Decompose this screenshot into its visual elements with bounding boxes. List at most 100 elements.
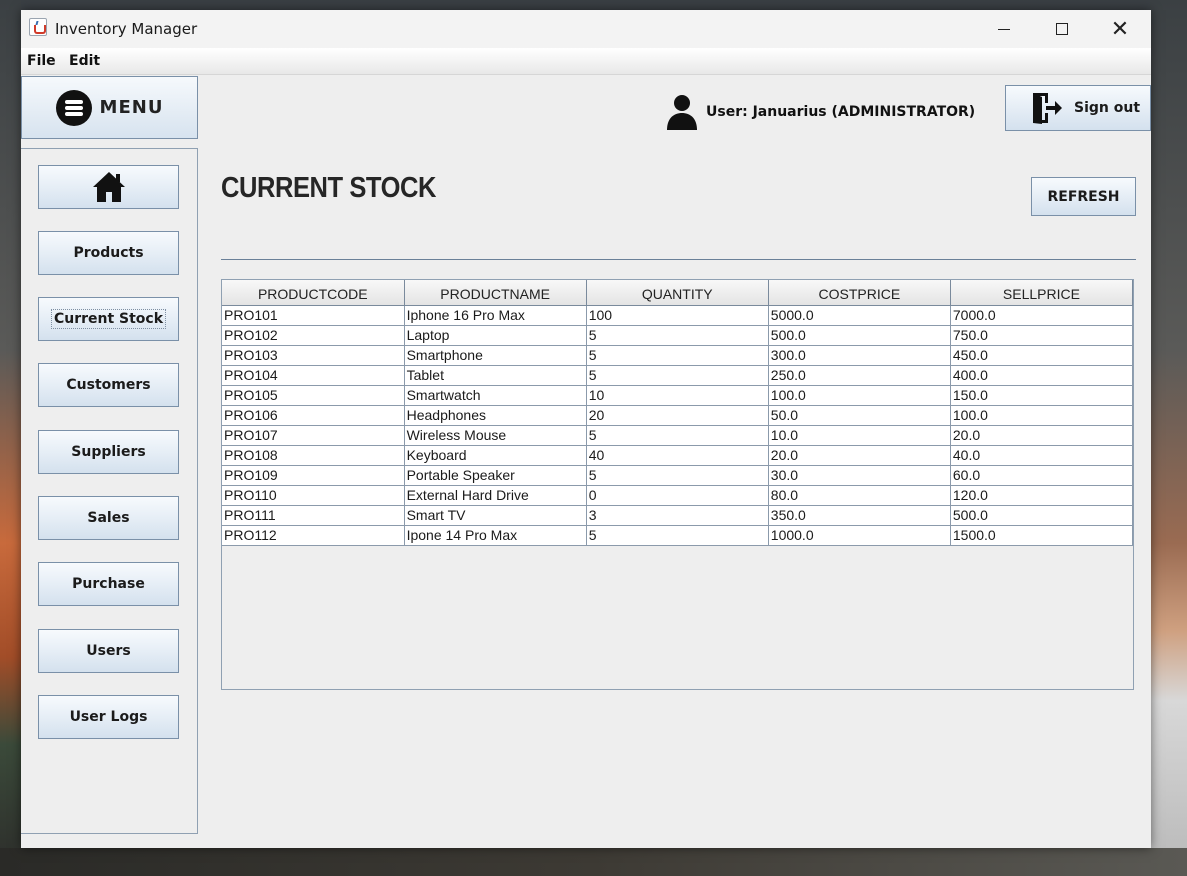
table-cell[interactable]: Smart TV xyxy=(403,504,587,526)
table-cell[interactable]: 500.0 xyxy=(949,504,1133,526)
table-cell[interactable]: Smartwatch xyxy=(403,384,587,406)
minimize-button[interactable] xyxy=(975,10,1033,48)
table-cell[interactable]: 5 xyxy=(585,364,769,386)
table-cell[interactable]: 350.0 xyxy=(767,504,951,526)
table-cell[interactable]: 20.0 xyxy=(949,424,1133,446)
sidebar-item-home[interactable] xyxy=(38,165,179,209)
table-cell[interactable]: 50.0 xyxy=(767,404,951,426)
table-cell[interactable]: 0 xyxy=(585,484,769,506)
sidebar-item-user-logs[interactable]: User Logs xyxy=(38,695,179,739)
table-cell[interactable]: 10 xyxy=(585,384,769,406)
table-row[interactable]: PRO105 Smartwatch 10 100.0 150.0 xyxy=(222,384,1133,406)
table-cell[interactable]: PRO112 xyxy=(222,524,405,546)
table-cell[interactable]: 150.0 xyxy=(949,384,1133,406)
table-cell[interactable]: PRO105 xyxy=(222,384,405,406)
title-bar[interactable]: Inventory Manager ✕ xyxy=(21,10,1151,48)
table-cell[interactable]: 250.0 xyxy=(767,364,951,386)
page-title: CURRENT STOCK xyxy=(221,172,436,204)
table-cell[interactable]: 5 xyxy=(585,524,769,546)
table-cell[interactable]: Keyboard xyxy=(403,444,587,466)
app-window: Inventory Manager ✕ File Edit MENU Produ… xyxy=(21,10,1151,848)
table-cell[interactable]: 40.0 xyxy=(949,444,1133,466)
table-cell[interactable]: 1000.0 xyxy=(767,524,951,546)
table-cell[interactable]: PRO107 xyxy=(222,424,405,446)
table-cell[interactable]: 300.0 xyxy=(767,344,951,366)
sidebar-item-products[interactable]: Products xyxy=(38,231,179,275)
sidebar-item-users[interactable]: Users xyxy=(38,629,179,673)
sign-out-button[interactable]: Sign out xyxy=(1005,85,1151,131)
maximize-button[interactable] xyxy=(1033,10,1091,48)
sidebar-item-customers[interactable]: Customers xyxy=(38,363,179,407)
table-cell[interactable]: PRO103 xyxy=(222,344,405,366)
table-row[interactable]: PRO107 Wireless Mouse 5 10.0 20.0 xyxy=(222,424,1133,446)
table-cell[interactable]: 5 xyxy=(585,324,769,346)
table-cell[interactable]: 20 xyxy=(585,404,769,426)
column-header[interactable]: SELLPRICE xyxy=(949,280,1133,306)
table-cell[interactable]: 750.0 xyxy=(949,324,1133,346)
table-cell[interactable]: PRO101 xyxy=(222,304,405,326)
table-cell[interactable]: 100.0 xyxy=(767,384,951,406)
column-header[interactable]: PRODUCTCODE xyxy=(222,280,405,306)
column-header[interactable]: PRODUCTNAME xyxy=(403,280,587,306)
table-cell[interactable]: 5 xyxy=(585,344,769,366)
table-cell[interactable]: PRO110 xyxy=(222,484,405,506)
table-cell[interactable]: 100.0 xyxy=(949,404,1133,426)
table-cell[interactable]: 120.0 xyxy=(949,484,1133,506)
refresh-button[interactable]: REFRESH xyxy=(1031,177,1136,216)
table-cell[interactable]: 5 xyxy=(585,464,769,486)
table-cell[interactable]: PRO108 xyxy=(222,444,405,466)
table-cell[interactable]: PRO111 xyxy=(222,504,405,526)
table-row[interactable]: PRO103 Smartphone 5 300.0 450.0 xyxy=(222,344,1133,366)
table-row[interactable]: PRO110 External Hard Drive 0 80.0 120.0 xyxy=(222,484,1133,506)
sidebar-item-label: User Logs xyxy=(69,709,148,725)
table-cell[interactable]: 20.0 xyxy=(767,444,951,466)
table-cell[interactable]: Portable Speaker xyxy=(403,464,587,486)
table-row[interactable]: PRO112 Ipone 14 Pro Max 5 1000.0 1500.0 xyxy=(222,524,1133,546)
table-row[interactable]: PRO109 Portable Speaker 5 30.0 60.0 xyxy=(222,464,1133,486)
table-cell[interactable]: 5000.0 xyxy=(767,304,951,326)
table-cell[interactable]: 450.0 xyxy=(949,344,1133,366)
close-button[interactable]: ✕ xyxy=(1091,10,1149,48)
table-cell[interactable]: Ipone 14 Pro Max xyxy=(403,524,587,546)
stock-table[interactable]: PRODUCTCODE PRODUCTNAME QUANTITY COSTPRI… xyxy=(222,280,1133,546)
sidebar-item-suppliers[interactable]: Suppliers xyxy=(38,430,179,474)
table-cell[interactable]: PRO109 xyxy=(222,464,405,486)
table-cell[interactable]: 10.0 xyxy=(767,424,951,446)
table-cell[interactable]: External Hard Drive xyxy=(403,484,587,506)
table-cell[interactable]: Headphones xyxy=(403,404,587,426)
table-cell[interactable]: 5 xyxy=(585,424,769,446)
table-cell[interactable]: PRO104 xyxy=(222,364,405,386)
table-cell[interactable]: PRO102 xyxy=(222,324,405,346)
sidebar-menu-toggle[interactable]: MENU xyxy=(21,76,198,139)
sidebar-item-sales[interactable]: Sales xyxy=(38,496,179,540)
menu-file[interactable]: File xyxy=(27,53,56,69)
table-cell[interactable]: 40 xyxy=(585,444,769,466)
column-header[interactable]: COSTPRICE xyxy=(767,280,951,306)
sidebar-item-purchase[interactable]: Purchase xyxy=(38,562,179,606)
table-cell[interactable]: 3 xyxy=(585,504,769,526)
table-cell[interactable]: 30.0 xyxy=(767,464,951,486)
table-cell[interactable]: PRO106 xyxy=(222,404,405,426)
table-cell[interactable]: Laptop xyxy=(403,324,587,346)
table-cell[interactable]: 80.0 xyxy=(767,484,951,506)
stock-table-scrollpane[interactable]: PRODUCTCODE PRODUCTNAME QUANTITY COSTPRI… xyxy=(221,279,1134,690)
table-row[interactable]: PRO101 Iphone 16 Pro Max 100 5000.0 7000.0 xyxy=(222,304,1133,326)
table-cell[interactable]: Tablet xyxy=(403,364,587,386)
table-cell[interactable]: Wireless Mouse xyxy=(403,424,587,446)
table-cell[interactable]: 7000.0 xyxy=(949,304,1133,326)
table-row[interactable]: PRO106 Headphones 20 50.0 100.0 xyxy=(222,404,1133,426)
table-cell[interactable]: 100 xyxy=(585,304,769,326)
table-cell[interactable]: 1500.0 xyxy=(949,524,1133,546)
table-cell[interactable]: 60.0 xyxy=(949,464,1133,486)
table-cell[interactable]: 500.0 xyxy=(767,324,951,346)
column-header[interactable]: QUANTITY xyxy=(585,280,769,306)
table-row[interactable]: PRO111 Smart TV 3 350.0 500.0 xyxy=(222,504,1133,526)
sidebar-item-current-stock[interactable]: Current Stock xyxy=(38,297,179,341)
table-cell[interactable]: 400.0 xyxy=(949,364,1133,386)
table-cell[interactable]: Iphone 16 Pro Max xyxy=(403,304,587,326)
menu-edit[interactable]: Edit xyxy=(69,53,100,69)
table-row[interactable]: PRO102 Laptop 5 500.0 750.0 xyxy=(222,324,1133,346)
table-row[interactable]: PRO104 Tablet 5 250.0 400.0 xyxy=(222,364,1133,386)
table-row[interactable]: PRO108 Keyboard 40 20.0 40.0 xyxy=(222,444,1133,466)
table-cell[interactable]: Smartphone xyxy=(403,344,587,366)
